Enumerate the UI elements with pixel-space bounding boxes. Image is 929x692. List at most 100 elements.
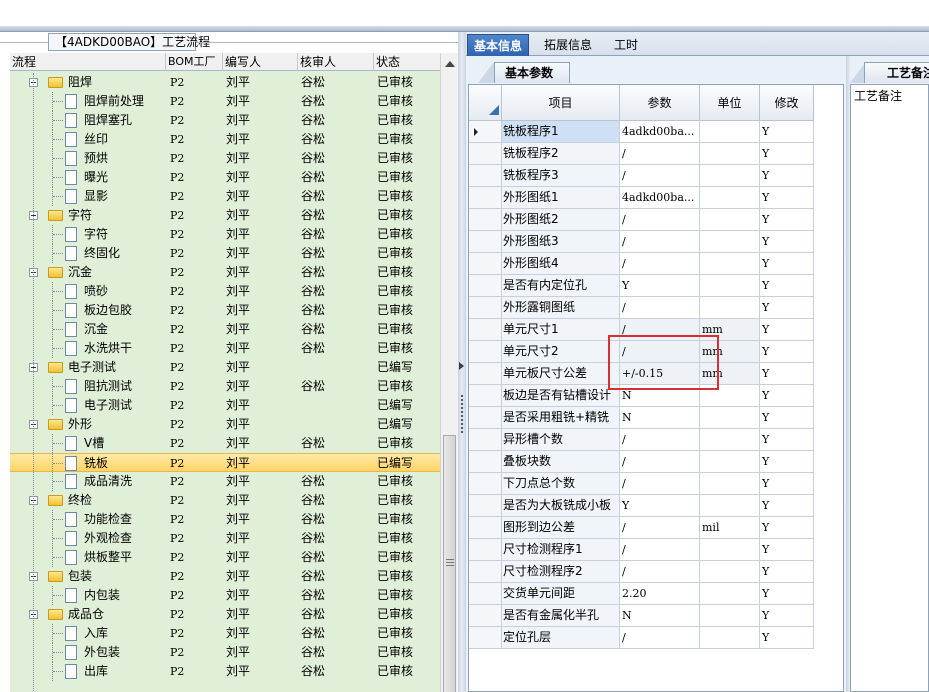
param-value-cell[interactable]: / [620, 561, 700, 583]
param-modify-cell[interactable]: Y [760, 341, 814, 363]
param-value-cell[interactable]: Y [620, 275, 700, 297]
tab-process-remark[interactable]: 工艺备注 [864, 62, 929, 83]
row-indicator[interactable] [469, 319, 502, 341]
tree-row[interactable]: 丝印 P2 刘平 谷松 已审核 [10, 130, 440, 149]
row-indicator[interactable] [469, 583, 502, 605]
col-header-reviewer[interactable]: 核审人 [298, 53, 374, 71]
param-item-cell[interactable]: 尺寸检测程序1 [502, 539, 620, 561]
tree-folder-row[interactable]: 电子测试 P2 刘平 已编写 [10, 358, 440, 377]
vertical-splitter[interactable] [458, 32, 466, 692]
param-modify-cell[interactable]: Y [760, 451, 814, 473]
col-header-flow[interactable]: 流程 [10, 53, 166, 71]
param-grid[interactable]: 项目 参数 单位 修改 铣板程序1 4adkd00ba... Y 铣板程序2/Y 铣板程… [468, 84, 844, 692]
param-value-cell[interactable]: / [620, 627, 700, 649]
row-indicator[interactable] [469, 429, 502, 451]
param-item-cell[interactable]: 铣板程序3 [502, 165, 620, 187]
tree-folder-row[interactable]: 阻焊 P2 刘平 谷松 已审核 [10, 73, 440, 92]
row-indicator[interactable] [469, 561, 502, 583]
param-item-cell[interactable]: 板边是否有钻槽设计 [502, 385, 620, 407]
tree-row[interactable]: 功能检查 P2 刘平 谷松 已审核 [10, 510, 440, 529]
param-value-cell[interactable]: / [620, 231, 700, 253]
param-modify-cell[interactable]: Y [760, 473, 814, 495]
param-item-cell[interactable]: 是否有金属化半孔 [502, 605, 620, 627]
row-indicator[interactable] [469, 341, 502, 363]
tree-row[interactable]: 字符 P2 刘平 谷松 已审核 [10, 225, 440, 244]
param-value-cell[interactable]: / [620, 253, 700, 275]
tab-basic-info[interactable]: 基本信息 [467, 34, 530, 56]
param-item-cell[interactable]: 是否为大板铣成小板 [502, 495, 620, 517]
param-value-cell[interactable]: / [620, 451, 700, 473]
param-item-cell[interactable]: 外形图纸3 [502, 231, 620, 253]
col-header-writer[interactable]: 编写人 [223, 53, 298, 71]
row-indicator[interactable] [469, 253, 502, 275]
param-value-cell[interactable]: / [620, 539, 700, 561]
tree-row[interactable]: 板边包胶 P2 刘平 谷松 已审核 [10, 301, 440, 320]
tree-row[interactable]: 水洗烘干 P2 刘平 谷松 已审核 [10, 339, 440, 358]
col-header-unit[interactable]: 单位 [700, 85, 760, 121]
param-item-cell[interactable]: 下刀点总个数 [502, 473, 620, 495]
param-item-cell[interactable]: 单元板尺寸公差 [502, 363, 620, 385]
row-indicator[interactable] [469, 473, 502, 495]
param-modify-cell[interactable]: Y [760, 319, 814, 341]
tree-row[interactable]: 喷砂 P2 刘平 谷松 已审核 [10, 282, 440, 301]
tree-row[interactable]: 预烘 P2 刘平 谷松 已审核 [10, 149, 440, 168]
param-unit-cell[interactable] [700, 297, 760, 319]
param-item-cell[interactable]: 交货单元间距 [502, 583, 620, 605]
process-tree-grid[interactable]: 流程 BOM工厂 编写人 核审人 状态 阻焊 P2 刘平 谷松 已审核 阻焊前处理 P2 刘平… [10, 53, 440, 692]
tree-row[interactable]: 终固化 P2 刘平 谷松 已审核 [10, 244, 440, 263]
tree-row[interactable]: 阻焊塞孔 P2 刘平 谷松 已审核 [10, 111, 440, 130]
param-value-cell[interactable]: / [620, 209, 700, 231]
subtab-basic-params[interactable]: 基本参数 [494, 62, 570, 83]
param-unit-cell[interactable] [700, 583, 760, 605]
param-unit-cell[interactable] [700, 143, 760, 165]
splitter-grip[interactable] [461, 395, 463, 433]
col-header-bom[interactable]: BOM工厂 [166, 53, 223, 71]
row-indicator[interactable] [469, 297, 502, 319]
scroll-thumb[interactable] [443, 435, 456, 692]
param-modify-cell[interactable]: Y [760, 231, 814, 253]
param-unit-cell[interactable] [700, 561, 760, 583]
row-indicator[interactable] [469, 209, 502, 231]
tree-folder-row[interactable]: 外形 P2 刘平 已编写 [10, 415, 440, 434]
param-unit-cell[interactable]: mil [700, 517, 760, 539]
row-indicator[interactable] [469, 605, 502, 627]
param-value-cell[interactable]: 4adkd00ba... [620, 121, 700, 143]
row-indicator[interactable] [469, 517, 502, 539]
param-modify-cell[interactable]: Y [760, 539, 814, 561]
tree-row[interactable]: 成品清洗 P2 刘平 谷松 已审核 [10, 472, 440, 491]
tree-row[interactable]: 内包装 P2 刘平 谷松 已审核 [10, 586, 440, 605]
row-indicator[interactable] [469, 451, 502, 473]
param-unit-cell[interactable] [700, 275, 760, 297]
param-item-cell[interactable]: 是否采用粗铣+精铣 [502, 407, 620, 429]
param-modify-cell[interactable]: Y [760, 209, 814, 231]
param-item-cell[interactable]: 单元尺寸1 [502, 319, 620, 341]
row-indicator[interactable] [469, 627, 502, 649]
param-modify-cell[interactable]: Y [760, 165, 814, 187]
param-unit-cell[interactable] [700, 429, 760, 451]
row-indicator[interactable] [469, 539, 502, 561]
param-modify-cell[interactable]: Y [760, 583, 814, 605]
tree-row[interactable]: 沉金 P2 刘平 谷松 已审核 [10, 320, 440, 339]
row-indicator[interactable] [469, 143, 502, 165]
param-item-cell[interactable]: 图形到边公差 [502, 517, 620, 539]
param-item-cell[interactable]: 铣板程序2 [502, 143, 620, 165]
tree-row[interactable]: 阻焊前处理 P2 刘平 谷松 已审核 [10, 92, 440, 111]
tree-row[interactable]: 入库 P2 刘平 谷松 已审核 [10, 624, 440, 643]
col-header-status[interactable]: 状态 [374, 53, 440, 71]
param-modify-cell[interactable]: Y [760, 495, 814, 517]
param-unit-cell[interactable] [700, 187, 760, 209]
scroll-up-icon[interactable] [445, 61, 455, 67]
param-modify-cell[interactable]: Y [760, 385, 814, 407]
tree-row[interactable]: 铣板 P2 刘平 已编写 [10, 453, 440, 473]
param-modify-cell[interactable]: Y [760, 605, 814, 627]
param-modify-cell[interactable]: Y [760, 561, 814, 583]
param-item-cell[interactable]: 尺寸检测程序2 [502, 561, 620, 583]
param-modify-cell[interactable]: Y [760, 627, 814, 649]
param-unit-cell[interactable] [700, 407, 760, 429]
tree-row[interactable]: 阻抗测试 P2 刘平 谷松 已审核 [10, 377, 440, 396]
col-header-modify[interactable]: 修改 [760, 85, 814, 121]
param-item-cell[interactable]: 叠板块数 [502, 451, 620, 473]
tree-row[interactable]: 外观检查 P2 刘平 谷松 已审核 [10, 529, 440, 548]
row-indicator[interactable] [469, 363, 502, 385]
tree-folder-row[interactable]: 沉金 P2 刘平 谷松 已审核 [10, 263, 440, 282]
